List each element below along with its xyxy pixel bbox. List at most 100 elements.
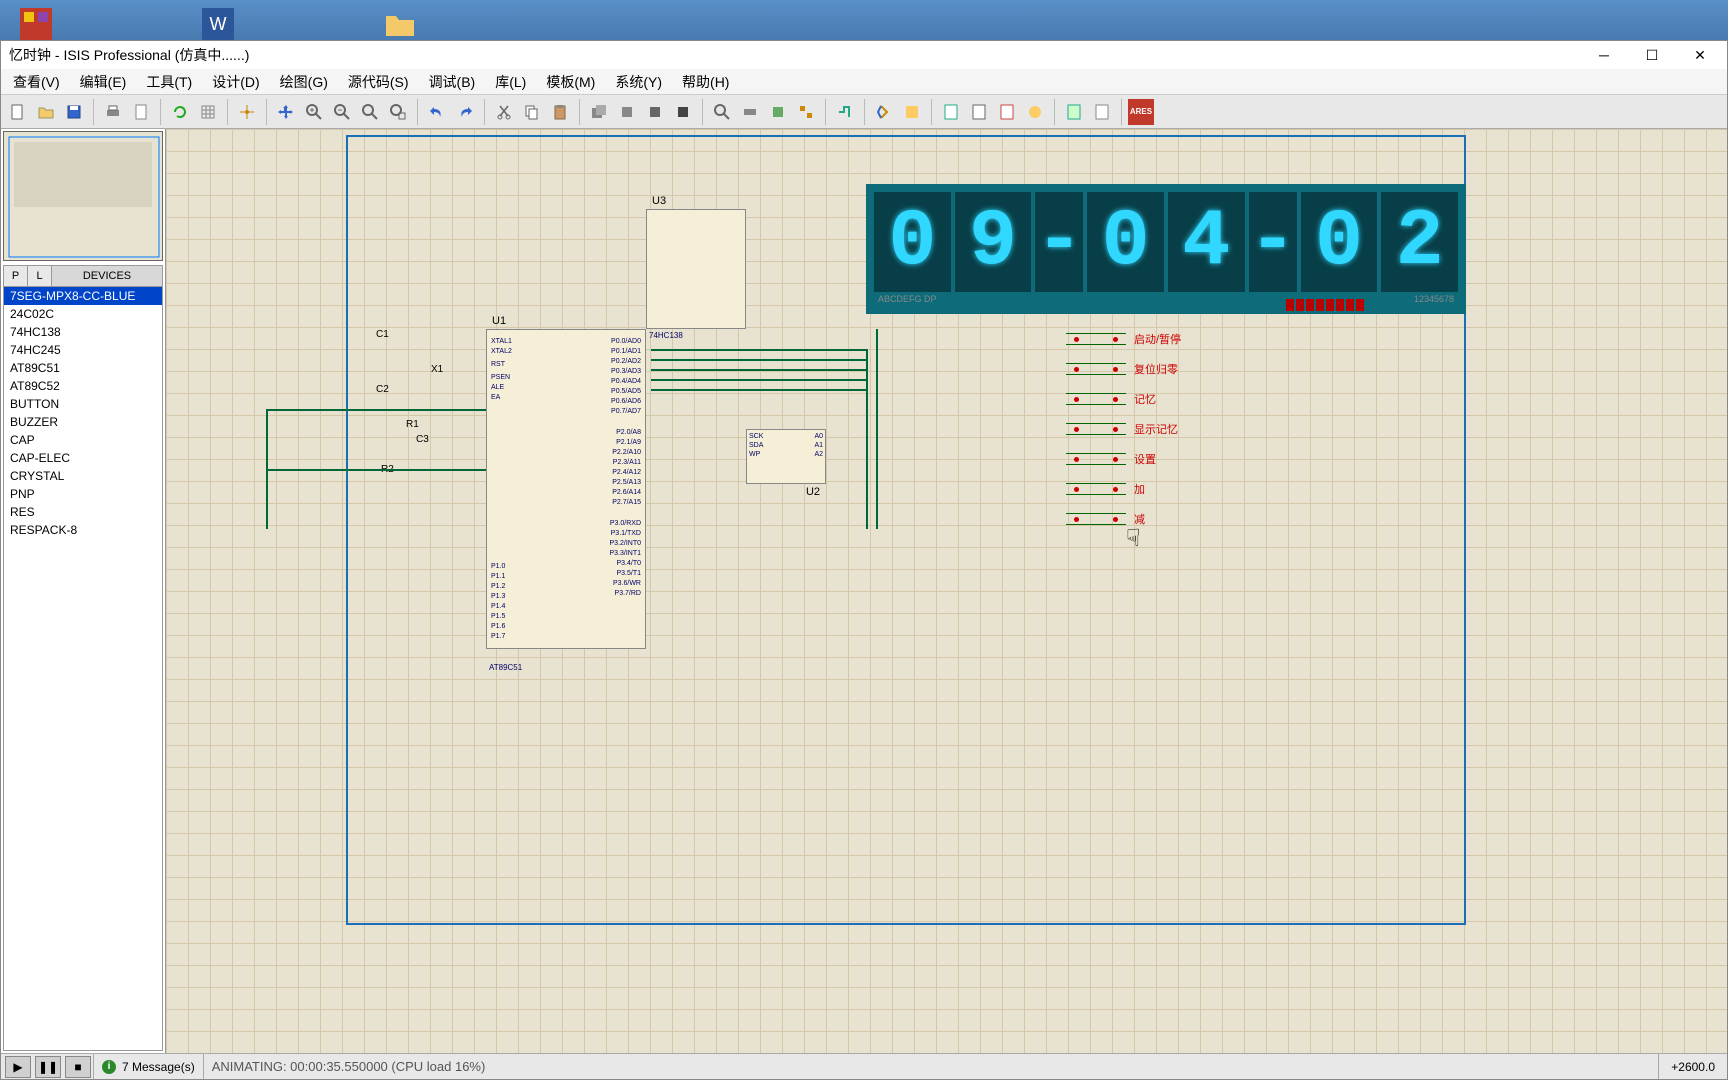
device-item[interactable]: CRYSTAL: [4, 467, 162, 485]
sim-pause-button[interactable]: ❚❚: [35, 1056, 61, 1078]
block-delete-icon[interactable]: [670, 99, 696, 125]
device-item[interactable]: BUZZER: [4, 413, 162, 431]
schematic-button-row[interactable]: 复位归零: [1066, 354, 1246, 384]
new-icon[interactable]: [5, 99, 31, 125]
schematic-button-row[interactable]: 减: [1066, 504, 1246, 534]
device-item[interactable]: RESPACK-8: [4, 521, 162, 539]
block-copy-icon[interactable]: [586, 99, 612, 125]
block-rotate-icon[interactable]: [642, 99, 668, 125]
print-icon[interactable]: [100, 99, 126, 125]
save-icon[interactable]: [61, 99, 87, 125]
menu-help[interactable]: 帮助(H): [674, 68, 737, 96]
grid-icon[interactable]: [195, 99, 221, 125]
titlebar[interactable]: 忆时钟 - ISIS Professional (仿真中......) ─ ☐ …: [1, 41, 1727, 69]
cut-icon[interactable]: [491, 99, 517, 125]
minimize-button[interactable]: ─: [1581, 43, 1627, 67]
device-item[interactable]: 24C02C: [4, 305, 162, 323]
device-item[interactable]: CAP-ELEC: [4, 449, 162, 467]
zoom-out-icon[interactable]: [329, 99, 355, 125]
zoom-fit-icon[interactable]: [357, 99, 383, 125]
sim-stop-button[interactable]: ■: [65, 1056, 91, 1078]
app-icon-1[interactable]: [20, 8, 52, 40]
zoom-in-icon[interactable]: [301, 99, 327, 125]
button-label: 记忆: [1134, 391, 1156, 407]
copy-icon[interactable]: [519, 99, 545, 125]
button-component[interactable]: [1066, 423, 1126, 435]
netlist-icon[interactable]: [994, 99, 1020, 125]
close-button[interactable]: ✕: [1677, 43, 1723, 67]
property-icon[interactable]: [899, 99, 925, 125]
menu-tools[interactable]: 工具(T): [138, 68, 200, 96]
origin-icon[interactable]: [234, 99, 260, 125]
overview-minimap[interactable]: [3, 131, 163, 261]
page-icon[interactable]: [128, 99, 154, 125]
device-item[interactable]: 74HC138: [4, 323, 162, 341]
menu-view[interactable]: 查看(V): [5, 68, 68, 96]
zoom-area-icon[interactable]: [385, 99, 411, 125]
device-item[interactable]: 74HC245: [4, 341, 162, 359]
segment-digit: 0: [1301, 192, 1378, 292]
button-component[interactable]: [1066, 513, 1126, 525]
button-label: 减: [1134, 511, 1145, 527]
package-icon[interactable]: [765, 99, 791, 125]
menu-debug[interactable]: 调试(B): [421, 68, 484, 96]
schematic-button-row[interactable]: 设置: [1066, 444, 1246, 474]
decompose-icon[interactable]: [793, 99, 819, 125]
refresh-icon[interactable]: [167, 99, 193, 125]
messages-section[interactable]: i 7 Message(s): [93, 1054, 203, 1079]
device-item[interactable]: AT89C52: [4, 377, 162, 395]
block-move-icon[interactable]: [614, 99, 640, 125]
pick-devices-button[interactable]: P: [4, 266, 28, 286]
device-item[interactable]: BUTTON: [4, 395, 162, 413]
chip-u2[interactable]: U2 SCKSDAWP A0A1A2: [746, 429, 826, 484]
erc-icon[interactable]: [966, 99, 992, 125]
button-label: 复位归零: [1134, 361, 1178, 377]
undo-icon[interactable]: [424, 99, 450, 125]
schematic-button-row[interactable]: 启动/暂停: [1066, 324, 1246, 354]
menu-edit[interactable]: 编辑(E): [72, 68, 135, 96]
chip-u3[interactable]: U3 74HC138: [646, 209, 746, 329]
chip-u1[interactable]: U1 XTAL1XTAL2RST PSENALEEA P0.0/AD0P0.1/…: [486, 329, 646, 649]
device-item[interactable]: PNP: [4, 485, 162, 503]
tool-icon-1[interactable]: [1022, 99, 1048, 125]
word-icon[interactable]: W: [202, 8, 234, 40]
pick-icon[interactable]: [709, 99, 735, 125]
menu-template[interactable]: 模板(M): [538, 68, 603, 96]
wire-autoroute-icon[interactable]: [832, 99, 858, 125]
segment-digit: 0: [874, 192, 951, 292]
bom-icon[interactable]: [938, 99, 964, 125]
seven-segment-display: 09-04-02 ABCDEFG DP 12345678: [866, 184, 1466, 314]
menu-source[interactable]: 源代码(S): [340, 68, 417, 96]
make-device-icon[interactable]: [737, 99, 763, 125]
button-component[interactable]: [1066, 483, 1126, 495]
menu-library[interactable]: 库(L): [487, 68, 534, 96]
menu-system[interactable]: 系统(Y): [607, 68, 670, 96]
button-component[interactable]: [1066, 363, 1126, 375]
device-list[interactable]: 7SEG-MPX8-CC-BLUE24C02C74HC13874HC245AT8…: [3, 287, 163, 1051]
device-item[interactable]: RES: [4, 503, 162, 521]
menu-design[interactable]: 设计(D): [204, 68, 267, 96]
button-component[interactable]: [1066, 333, 1126, 345]
button-component[interactable]: [1066, 453, 1126, 465]
ares-icon[interactable]: ARES: [1128, 99, 1154, 125]
tool-icon-3[interactable]: [1089, 99, 1115, 125]
schematic-button-row[interactable]: 加: [1066, 474, 1246, 504]
device-item[interactable]: AT89C51: [4, 359, 162, 377]
schematic-button-row[interactable]: 显示记忆: [1066, 414, 1246, 444]
tool-icon-2[interactable]: [1061, 99, 1087, 125]
pan-icon[interactable]: [273, 99, 299, 125]
schematic-button-row[interactable]: 记忆: [1066, 384, 1246, 414]
libraries-button[interactable]: L: [28, 266, 52, 286]
redo-icon[interactable]: [452, 99, 478, 125]
paste-icon[interactable]: [547, 99, 573, 125]
maximize-button[interactable]: ☐: [1629, 43, 1675, 67]
button-component[interactable]: [1066, 393, 1126, 405]
device-item[interactable]: CAP: [4, 431, 162, 449]
schematic-canvas[interactable]: 09-04-02 ABCDEFG DP 12345678 U1 XTAL1XTA…: [166, 129, 1727, 1053]
sim-play-button[interactable]: ▶: [5, 1056, 31, 1078]
search-icon[interactable]: [871, 99, 897, 125]
menu-draw[interactable]: 绘图(G): [272, 68, 336, 96]
folder-icon[interactable]: [384, 8, 416, 40]
device-item[interactable]: 7SEG-MPX8-CC-BLUE: [4, 287, 162, 305]
open-icon[interactable]: [33, 99, 59, 125]
